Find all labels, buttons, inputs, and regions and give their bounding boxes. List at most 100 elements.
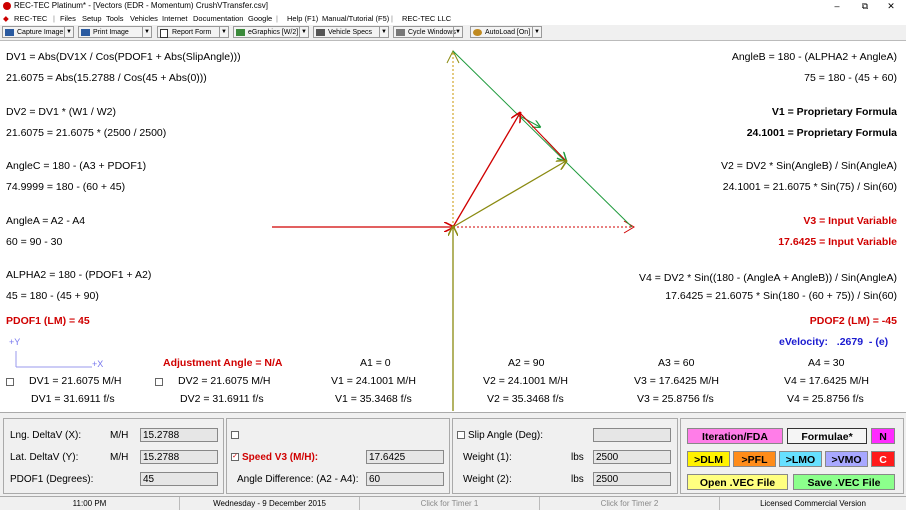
menu-vehicles[interactable]: Vehicles [130,12,158,25]
v3-values: 17.6425 = Input Variable [778,236,897,248]
weight2-unit: lbs [571,474,584,485]
anglec-values: 74.9999 = 180 - (60 + 45) [6,181,126,193]
evelocity-value: .2679 [836,336,864,348]
pdof1-degrees-input[interactable]: 45 [140,472,218,486]
anglec-formula: AngleC = 180 - (A3 + PDOF1) [6,160,147,172]
app-icon [3,2,11,10]
chevron-down-icon[interactable]: ▼ [219,27,228,37]
dv2-formula: DV2 = DV1 * (W1 / W2) [6,106,116,118]
rectec-logo-icon: ◆ [3,14,9,23]
menu-documentation[interactable]: Documentation [193,12,243,25]
close-button[interactable]: ✕ [880,0,902,12]
speed-v3-checkbox[interactable]: ✓ [231,453,239,461]
weights-group: Slip Angle (Deg): Weight (1): lbs 2500 W… [452,418,678,494]
chevron-down-icon[interactable]: ▼ [379,27,388,37]
slip-angle-checkbox[interactable] [457,431,465,439]
weight2-input[interactable]: 2500 [593,472,671,486]
timer2-button[interactable]: Click for Timer 2 [540,497,720,510]
menu-files[interactable]: Files [60,12,76,25]
y-axis-label: +Y [9,337,21,347]
dv1-formula: DV1 = Abs(DV1X / Cos(PDOF1 + Abs(SlipAng… [6,51,241,63]
menu-setup[interactable]: Setup [82,12,102,25]
minimize-button[interactable]: – [826,0,848,12]
chevron-down-icon[interactable]: ▼ [142,27,151,37]
lat-deltav-input[interactable]: 15.2788 [140,450,218,464]
anglea-formula: AngleA = A2 - A4 [6,215,86,227]
speed-group: ✓ Speed V3 (M/H): 17.6425 Angle Differen… [226,418,450,494]
v1-mh: V1 = 24.1001 M/H [331,375,416,387]
actions-group: Iteration/FDA Formulae* N >DLM >PFL >LMO… [680,418,904,494]
slip-angle-label: Slip Angle (Deg): [468,430,544,441]
dlm-button[interactable]: >DLM [687,451,730,467]
weight2-label: Weight (2): [463,474,512,485]
capture-image-button[interactable]: Capture Image ▼ [2,26,74,38]
angle-difference-input[interactable]: 60 [366,472,444,486]
weight1-input[interactable]: 2500 [593,450,671,464]
status-time: 11:00 PM [0,497,180,510]
menu-tools[interactable]: Tools [106,12,124,25]
v4-formula: V4 = DV2 * Sin((180 - (AngleA + AngleB))… [639,272,897,284]
slip-angle-input[interactable] [593,428,671,442]
n-button[interactable]: N [871,428,895,444]
menu-internet[interactable]: Internet [162,12,187,25]
menu-help[interactable]: Help (F1) [287,12,318,25]
autoload-button[interactable]: AutoLoad [On] ▼ [470,26,542,38]
weight1-label: Weight (1): [463,452,512,463]
chevron-down-icon[interactable]: ▼ [64,27,73,37]
open-vec-button[interactable]: Open .VEC File [687,474,788,490]
vehicle-specs-button[interactable]: Vehicle Specs ▼ [313,26,389,38]
lmo-button[interactable]: >LMO [779,451,822,467]
v2-formula: V2 = DV2 * Sin(AngleB) / Sin(AngleA) [721,160,897,172]
dv2-checkbox[interactable] [155,378,163,386]
v3-vector [452,161,566,228]
menu-rectec-llc[interactable]: REC-TEC LLC [402,12,451,25]
adjustment-angle: Adjustment Angle = N/A [163,357,283,369]
pfl-button[interactable]: >PFL [733,451,776,467]
menu-google[interactable]: Google [248,12,272,25]
status-bar: 11:00 PM Wednesday - 9 December 2015 Cli… [0,496,906,510]
vector-workspace: DV1 = Abs(DV1X / Cos(PDOF1 + Abs(SlipAng… [0,41,906,411]
iteration-fda-button[interactable]: Iteration/FDA [687,428,783,444]
cycle-windows-button[interactable]: Cycle Windows ▼ [393,26,463,38]
chevron-down-icon[interactable]: ▼ [453,27,462,37]
menu-manual[interactable]: Manual/Tutorial (F5) [322,12,389,25]
dv1-fs: DV1 = 31.6911 f/s [31,393,115,405]
vmo-button[interactable]: >VMO [825,451,868,467]
v3-mh: V3 = 17.6425 M/H [634,375,719,387]
egraphics-button[interactable]: eGraphics [W/2] ▼ [233,26,309,38]
status-date: Wednesday - 9 December 2015 [180,497,360,510]
dv1-values: 21.6075 = Abs(15.2788 / Cos(45 + Abs(0))… [6,72,207,84]
document-icon [160,29,168,38]
v4-vector [452,113,520,228]
vector-diagram [15,49,635,411]
formulae-button[interactable]: Formulae* [787,428,867,444]
angleb-formula: AngleB = 180 - (ALPHA2 + AngleA) [731,51,897,63]
maximize-button[interactable]: ⧉ [854,0,876,12]
autoload-icon [473,29,482,36]
v4-values: 17.6425 = 21.6075 * Sin(180 - (60 + 75))… [665,290,897,302]
pdof1-degrees-label: PDOF1 (Degrees): [10,474,94,485]
input-panel: Lng. DeltaV (X): M/H 15.2788 Lat. DeltaV… [0,412,906,496]
alpha2-values: 45 = 180 - (45 + 90) [6,290,99,302]
dv2-fs: DV2 = 31.6911 f/s [180,393,264,405]
lng-deltav-label: Lng. DeltaV (X): [10,430,82,441]
menu-rectec[interactable]: REC-TEC [14,12,47,25]
speed-toggle-checkbox[interactable] [231,431,239,439]
window-title: REC-TEC Platinum* - [Vectors (EDR - Mome… [14,1,268,10]
timer1-button[interactable]: Click for Timer 1 [360,497,540,510]
lng-deltav-input[interactable]: 15.2788 [140,428,218,442]
pdof2-label: PDOF2 (LM) = -45 [809,315,897,327]
save-vec-button[interactable]: Save .VEC File [793,474,895,490]
speed-v3-input[interactable]: 17.6425 [366,450,444,464]
c-button[interactable]: C [871,451,895,467]
v4-mh: V4 = 17.6425 M/H [784,375,869,387]
chevron-down-icon[interactable]: ▼ [299,27,308,37]
windows-icon [396,29,405,36]
x-axis-label: +X [92,359,104,369]
alpha2-formula: ALPHA2 = 180 - (PDOF1 + A2) [6,269,152,281]
report-form-button[interactable]: Report Form ▼ [157,26,229,38]
v2-fs: V2 = 35.3468 f/s [487,393,564,405]
chevron-down-icon[interactable]: ▼ [532,27,541,37]
dv1-checkbox[interactable] [6,378,14,386]
print-image-button[interactable]: Print Image ▼ [78,26,152,38]
